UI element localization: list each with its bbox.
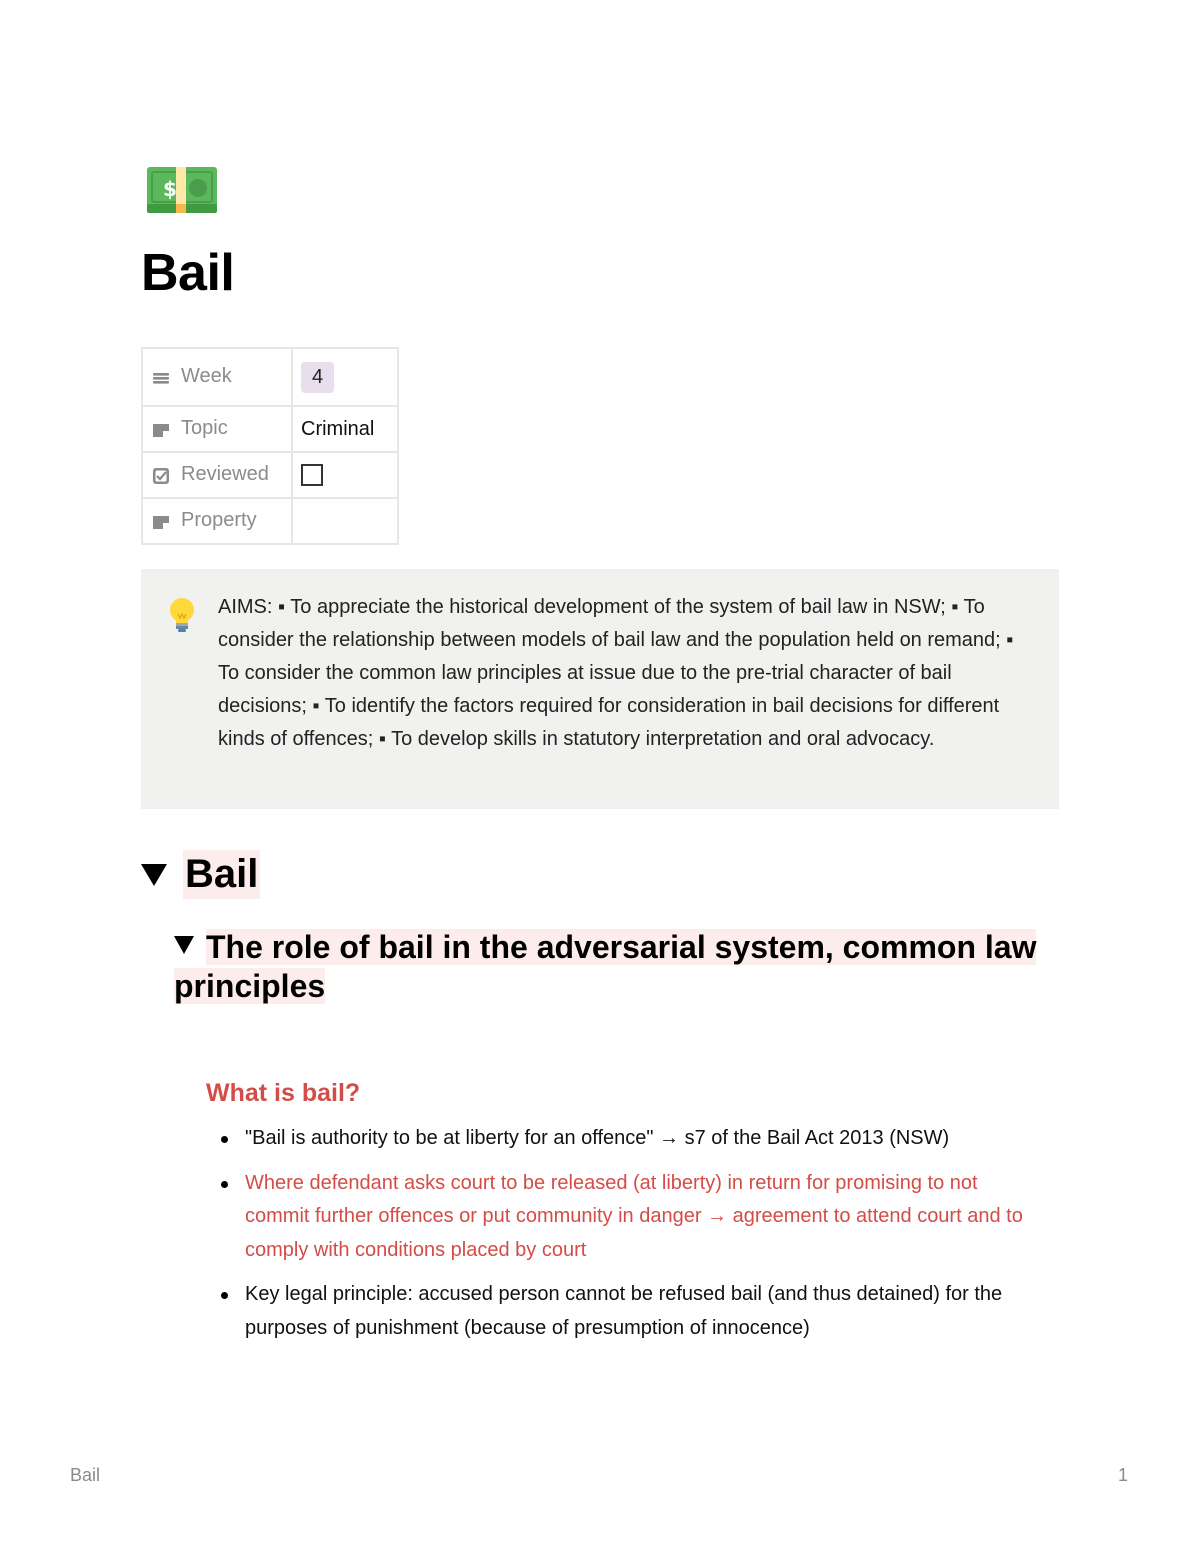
list-item: Where defendant asks court to be release… (216, 1167, 1046, 1268)
section-heading: What is bail? (206, 1079, 361, 1107)
property-value-property[interactable] (291, 497, 399, 545)
text-property-icon (151, 421, 171, 438)
property-value-week[interactable]: 4 (291, 347, 399, 407)
callout-text: AIMS: ▪ To appreciate the historical dev… (218, 596, 1014, 750)
toggle-heading-bail[interactable]: Bail (141, 850, 261, 899)
money-banknote-icon: $ (146, 166, 218, 214)
property-row-topic: Topic Criminal (141, 405, 399, 453)
list-item: "Bail is authority to be at liberty for … (216, 1122, 1046, 1156)
list-item-text: Key legal principle: accused person cann… (245, 1283, 1003, 1339)
list-item-text: "Bail is authority to be at liberty for … (245, 1127, 950, 1149)
list-icon (151, 369, 171, 385)
week-badge: 4 (301, 361, 335, 393)
bullet-icon (221, 1180, 228, 1188)
page-title: Bail (141, 244, 235, 302)
property-value-reviewed (291, 451, 399, 499)
page-number: 1 (1117, 1465, 1128, 1485)
property-row-reviewed: Reviewed (141, 451, 399, 499)
property-name-cell[interactable]: Reviewed (141, 451, 293, 499)
properties-table: Week 4 Topic Criminal Reviewed Property (141, 347, 399, 545)
property-name-cell[interactable]: Week (141, 347, 293, 407)
list-item-text: Where defendant asks court to be release… (245, 1171, 1023, 1261)
svg-text:$: $ (163, 177, 177, 201)
property-label: Reviewed (181, 463, 269, 486)
bullet-list: "Bail is authority to be at liberty for … (216, 1122, 1046, 1356)
property-row-week: Week 4 (141, 347, 399, 407)
property-label: Property (181, 509, 257, 532)
property-label: Topic (181, 417, 228, 440)
lightbulb-icon (168, 597, 196, 635)
bullet-icon (221, 1292, 228, 1299)
bullet-icon (221, 1136, 228, 1143)
list-item: Key legal principle: accused person cann… (216, 1278, 1046, 1345)
toggle-heading-label: Bail (183, 850, 261, 899)
toggle-heading-role-of-bail[interactable]: The role of bail in the adversarial syst… (174, 928, 1054, 1006)
toggle-heading-label: The role of bail in the adversarial syst… (174, 929, 1037, 1004)
toggle-triangle-icon[interactable] (141, 863, 167, 886)
property-label: Week (181, 365, 232, 388)
property-name-cell[interactable]: Property (141, 497, 293, 545)
text-property-icon (151, 513, 171, 530)
checkbox-property-icon (151, 467, 171, 485)
reviewed-checkbox[interactable] (301, 464, 323, 487)
property-value-topic[interactable]: Criminal (291, 405, 399, 453)
footer-title: Bail (70, 1465, 101, 1485)
toggle-triangle-icon[interactable] (174, 936, 194, 954)
property-name-cell[interactable]: Topic (141, 405, 293, 453)
aims-callout: AIMS: ▪ To appreciate the historical dev… (141, 569, 1059, 809)
property-row-property: Property (141, 497, 399, 545)
